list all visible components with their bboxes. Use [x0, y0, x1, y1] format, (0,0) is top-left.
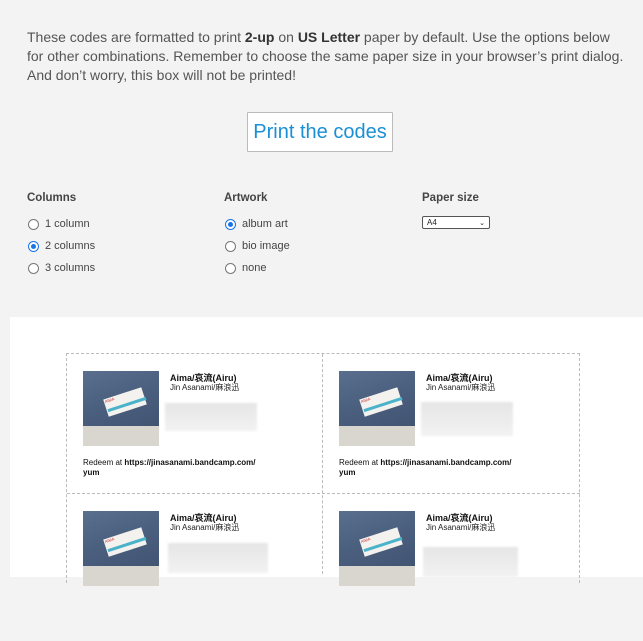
code-card: AIMA Aima/哀流(Airu) Jin Asanami/麻浪迅: [83, 511, 323, 641]
code-card: AIMA Aima/哀流(Airu) Jin Asanami/麻浪迅 Redee…: [339, 371, 579, 501]
paper-emphasis: US Letter: [297, 29, 361, 45]
paper-size-select[interactable]: A4 ⌄: [422, 216, 490, 229]
redacted-code: [165, 403, 257, 431]
layout-emphasis: 2-up: [244, 29, 275, 45]
artist-name: Jin Asanami/麻浪迅: [426, 383, 496, 392]
radio-icon[interactable]: [28, 218, 39, 230]
artwork-header: Artwork: [224, 192, 268, 204]
artist-name: Jin Asanami/麻浪迅: [426, 523, 496, 532]
paper-size-options: Paper size: [422, 192, 479, 213]
radio-icon[interactable]: [225, 240, 236, 252]
redeem-text: Redeem at https://jinasanami.bandcamp.co…: [83, 458, 256, 477]
chevron-down-icon: ⌄: [479, 219, 485, 227]
print-instructions: These codes are formatted to print 2-up …: [27, 29, 624, 83]
artist-name: Jin Asanami/麻浪迅: [170, 383, 240, 392]
redacted-code: [168, 543, 268, 573]
album-art-image: AIMA: [83, 511, 159, 586]
radio-checked-icon[interactable]: [28, 240, 39, 252]
print-codes-button[interactable]: Print the codes: [247, 112, 393, 152]
radio-icon[interactable]: [28, 262, 39, 274]
redacted-code: [423, 547, 518, 577]
columns-option-1[interactable]: 1 column: [27, 213, 95, 235]
artwork-options: Artwork album art bio image none: [224, 192, 290, 279]
album-art-image: AIMA: [339, 371, 415, 446]
columns-header: Columns: [27, 192, 77, 204]
redacted-code: [421, 402, 513, 436]
paper-size-header: Paper size: [422, 192, 479, 204]
artist-name: Jin Asanami/麻浪迅: [170, 523, 240, 532]
columns-option-3[interactable]: 3 columns: [27, 257, 95, 279]
artwork-option-none[interactable]: none: [224, 257, 290, 279]
artwork-option-album-art[interactable]: album art: [224, 213, 290, 235]
code-card: AIMA Aima/哀流(Airu) Jin Asanami/麻浪迅 Redee…: [83, 371, 323, 501]
album-art-image: AIMA: [339, 511, 415, 586]
redeem-url: https://jinasanami.bandcamp.com/: [380, 458, 512, 467]
columns-option-2[interactable]: 2 columns: [27, 235, 95, 257]
album-art-image: AIMA: [83, 371, 159, 446]
radio-checked-icon[interactable]: [225, 218, 236, 230]
radio-icon[interactable]: [225, 262, 236, 274]
columns-options: Columns 1 column 2 columns 3 columns: [27, 192, 95, 279]
code-card: AIMA Aima/哀流(Airu) Jin Asanami/麻浪迅: [339, 511, 579, 641]
redeem-url: https://jinasanami.bandcamp.com/: [124, 458, 256, 467]
artwork-option-bio-image[interactable]: bio image: [224, 235, 290, 257]
redeem-text: Redeem at https://jinasanami.bandcamp.co…: [339, 458, 512, 477]
